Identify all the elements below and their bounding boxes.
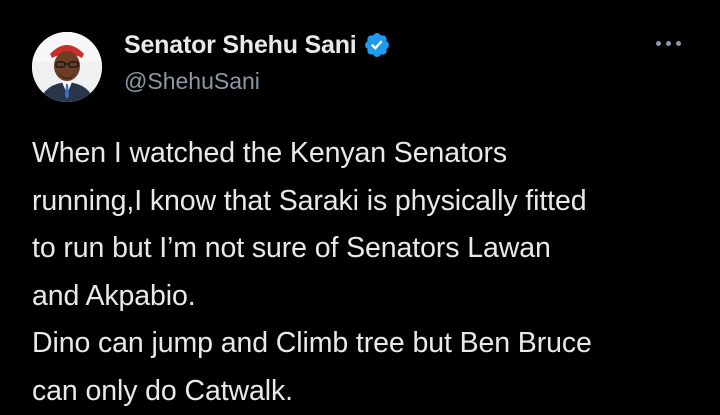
verified-badge-icon bbox=[363, 31, 391, 59]
tweet-card: Senator Shehu Sani @ShehuSani When I wat… bbox=[0, 0, 720, 414]
author-display-name[interactable]: Senator Shehu Sani bbox=[124, 31, 357, 60]
tweet-text-line: When I watched the Kenyan Senators bbox=[32, 130, 702, 178]
avatar-image bbox=[32, 32, 102, 102]
author-name-row: Senator Shehu Sani bbox=[124, 30, 391, 60]
tweet-text-line: to run but I’m not sure of Senators Lawa… bbox=[32, 225, 702, 273]
tweet-text-line: and Akpabio. bbox=[32, 273, 702, 321]
tweet-text-line: can only do Catwalk. bbox=[32, 368, 702, 415]
tweet-text-line: running,I know that Saraki is physically… bbox=[32, 178, 702, 226]
author-handle[interactable]: @ShehuSani bbox=[124, 68, 260, 95]
more-options-icon[interactable] bbox=[654, 38, 684, 50]
avatar[interactable] bbox=[32, 32, 102, 102]
tweet-text: When I watched the Kenyan Senators runni… bbox=[32, 130, 702, 415]
tweet-text-line: Dino can jump and Climb tree but Ben Bru… bbox=[32, 320, 702, 368]
